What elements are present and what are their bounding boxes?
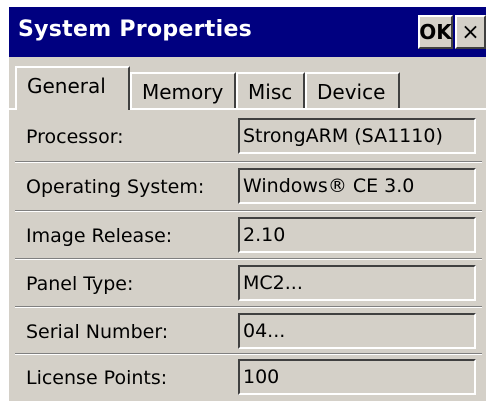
system-properties-window: System Properties OK × General Memory Mi… [7,7,486,401]
close-icon: × [461,19,480,45]
image-release-label: Image Release: [26,225,173,247]
title-bar[interactable]: System Properties OK × [9,7,486,57]
serial-number-field: 04... [238,313,476,349]
separator [15,258,482,260]
operating-system-field: Windows® CE 3.0 [238,168,476,204]
separator [15,306,482,308]
ok-button[interactable]: OK [418,15,453,49]
tab-label: Device [317,80,386,104]
property-row-serial-number: Serial Number: 04... [9,313,486,353]
image-release-field: 2.10 [238,217,476,253]
separator [15,210,482,212]
property-row-license-points: License Points: 100 [9,359,486,399]
property-row-image-release: Image Release: 2.10 [9,217,486,257]
tab-label: General [27,74,106,98]
tab-label: Memory [142,80,224,104]
processor-field: StrongARM (SA1110) [238,118,476,154]
tab-general[interactable]: General [15,66,130,110]
separator [15,161,482,163]
tab-label: Misc [248,80,293,104]
window-title: System Properties [18,17,253,42]
license-points-field: 100 [238,359,476,395]
tab-device[interactable]: Device [305,72,400,109]
license-points-label: License Points: [26,367,168,389]
separator [15,353,482,355]
serial-number-label: Serial Number: [26,321,169,343]
property-row-processor: Processor: StrongARM (SA1110) [9,118,486,158]
close-button[interactable]: × [455,15,486,49]
panel-type-label: Panel Type: [26,273,134,295]
panel-type-field: MC2... [238,265,476,301]
processor-label: Processor: [26,126,124,148]
tab-memory[interactable]: Memory [130,72,236,109]
operating-system-label: Operating System: [26,176,205,198]
tab-strip: General Memory Misc Device [9,65,486,110]
tab-misc[interactable]: Misc [236,72,305,109]
property-row-panel-type: Panel Type: MC2... [9,265,486,305]
property-row-operating-system: Operating System: Windows® CE 3.0 [9,168,486,208]
